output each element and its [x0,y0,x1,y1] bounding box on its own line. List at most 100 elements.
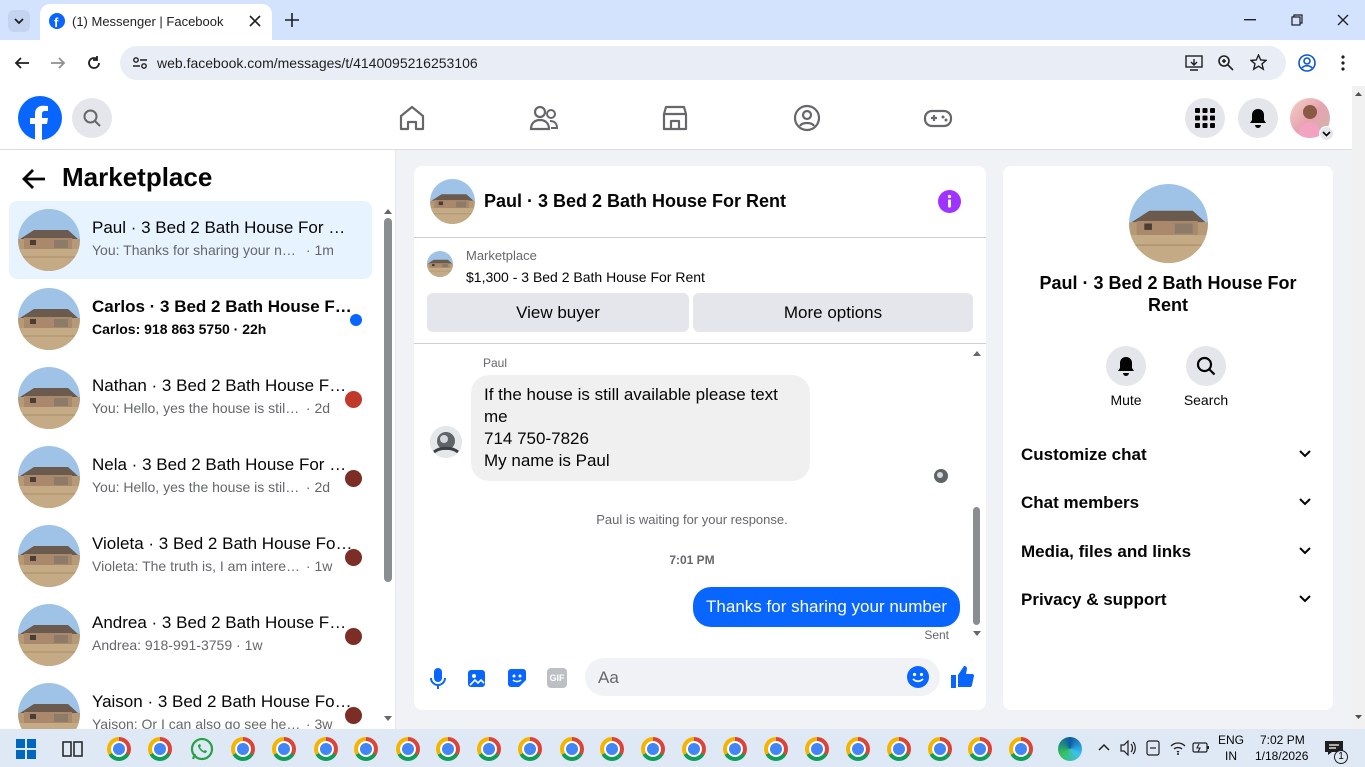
device-icon[interactable] [1146,740,1160,756]
details-avatar[interactable] [1129,184,1208,263]
chrome-window-icon[interactable] [682,737,706,761]
voice-clip-icon[interactable] [430,668,446,690]
photo-attach-icon[interactable] [468,668,486,688]
volume-icon[interactable] [1120,740,1136,756]
account-chevron-icon[interactable] [1319,126,1334,141]
thread-scrollbar-thumb[interactable] [973,507,980,625]
chrome-window-icon[interactable] [764,737,788,761]
reload-icon[interactable] [86,55,102,71]
close-tab-icon[interactable] [248,14,262,28]
search-button[interactable] [72,98,112,138]
zoom-icon[interactable] [1218,55,1234,71]
listing-title[interactable]: $1,300 - 3 Bed 2 Bath House For Rent [466,269,705,285]
conversation-item[interactable]: Nela · 3 Bed 2 Bath House For Rent You: H… [9,438,372,516]
conversation-preview-line: You: Thanks for sharing your number · 1m [92,242,334,258]
outgoing-message-bubble[interactable]: Thanks for sharing your number [693,587,960,627]
chrome-window-icon[interactable] [518,737,542,761]
seen-avatar [345,391,362,408]
chrome-window-icon[interactable] [231,737,255,761]
battery-icon[interactable] [1192,741,1210,755]
conversation-item[interactable]: Paul · 3 Bed 2 Bath House For Rent You: T… [9,201,372,279]
emoji-icon[interactable] [907,666,929,688]
chrome-window-icon[interactable] [477,737,501,761]
chrome-window-icon[interactable] [560,737,584,761]
message-input[interactable]: Aa [585,658,940,696]
incoming-message-bubble[interactable]: If the house is still available please t… [471,375,810,481]
conversation-item[interactable]: Violeta · 3 Bed 2 Bath House For Rent Vio… [9,517,372,595]
facebook-logo-icon[interactable] [18,96,62,140]
chrome-menu-icon[interactable] [1341,55,1345,71]
gaming-nav-icon[interactable] [922,102,954,134]
page-scrollbar-track[interactable] [1352,86,1365,729]
profile-icon[interactable] [1298,54,1316,72]
search-in-chat-button[interactable] [1186,346,1226,386]
chat-info-icon[interactable] [938,190,961,213]
listing-thumbnail[interactable] [427,251,453,277]
conversation-name: Paul · 3 Bed 2 Bath House For Rent [92,218,354,237]
chrome-window-icon[interactable] [396,737,420,761]
view-buyer-button[interactable]: View buyer [427,293,689,332]
sender-avatar[interactable] [430,426,462,458]
conversation-item[interactable]: Nathan · 3 Bed 2 Bath House For Rent You:… [9,359,372,437]
conversation-item[interactable]: Carlos · 3 Bed 2 Bath House For Rent Carl… [9,280,372,358]
forward-icon[interactable] [50,55,66,71]
customize-chat-section[interactable]: Customize chat [1021,445,1317,465]
chrome-window-icon[interactable] [805,737,829,761]
windows-start-icon[interactable] [14,737,38,761]
task-view-icon[interactable] [60,737,84,761]
restore-icon[interactable] [1291,14,1303,26]
show-hidden-icons-chevron-icon[interactable] [1098,743,1110,751]
privacy-support-section[interactable]: Privacy & support [1021,590,1317,610]
chrome-window-icon[interactable] [600,737,624,761]
mute-button[interactable] [1106,346,1146,386]
install-app-icon[interactable] [1185,55,1203,71]
chrome-window-icon[interactable] [107,737,131,761]
chrome-window-icon[interactable] [436,737,460,761]
back-icon[interactable] [14,55,30,71]
home-nav-icon[interactable] [396,102,428,134]
tab-search-button[interactable] [8,10,30,32]
chrome-window-icon[interactable] [641,737,665,761]
notifications-button[interactable] [1238,98,1278,138]
chrome-window-icon[interactable] [354,737,378,761]
browser-tab[interactable]: f (1) Messenger | Facebook [40,4,272,40]
friends-nav-icon[interactable] [528,102,560,134]
wifi-icon[interactable] [1170,740,1186,756]
clock-time[interactable]: 7:02 PM [1260,733,1305,747]
chrome-window-icon[interactable] [887,737,911,761]
chrome-window-icon[interactable] [272,737,296,761]
clock-date[interactable]: 1/18/2026 [1255,749,1308,763]
chrome-window-icon[interactable] [148,737,172,761]
minimize-icon[interactable] [1244,19,1256,21]
address-bar[interactable]: web.facebook.com/messages/t/414009521625… [120,46,1286,80]
back-arrow-icon[interactable] [22,168,46,190]
chat-title[interactable]: Paul · 3 Bed 2 Bath House For Rent [484,191,786,212]
thumbs-up-icon[interactable] [950,665,974,689]
bookmark-star-icon[interactable] [1250,54,1267,71]
conversation-item[interactable]: Yaison · 3 Bed 2 Bath House For Rent Yais… [9,675,372,729]
marketplace-nav-icon[interactable] [659,102,691,134]
menu-button[interactable] [1185,98,1225,138]
conversation-item[interactable]: Andrea · 3 Bed 2 Bath House For Rent Andr… [9,596,372,674]
list-scrollbar-thumb[interactable] [384,218,392,582]
chrome-window-icon[interactable] [723,737,747,761]
conversation-time: 3w [314,716,333,729]
chat-members-section[interactable]: Chat members [1021,493,1317,513]
site-info-icon[interactable] [132,56,148,70]
groups-nav-icon[interactable] [791,102,823,134]
edge-browser-icon[interactable] [1058,737,1082,761]
chat-avatar[interactable] [430,179,475,224]
chrome-window-icon[interactable] [928,737,952,761]
chrome-window-icon[interactable] [1009,737,1033,761]
chrome-window-icon[interactable] [968,737,992,761]
close-window-icon[interactable] [1337,14,1349,26]
language-indicator[interactable]: ENG [1218,733,1244,747]
sticker-icon[interactable] [507,668,527,688]
whatsapp-icon[interactable] [190,737,214,761]
chrome-window-icon[interactable] [314,737,338,761]
media-files-links-section[interactable]: Media, files and links [1021,542,1317,562]
new-tab-icon[interactable] [285,13,299,27]
chrome-window-icon[interactable] [846,737,870,761]
more-options-button[interactable]: More options [693,293,973,332]
gif-icon[interactable]: GIF [547,668,567,688]
